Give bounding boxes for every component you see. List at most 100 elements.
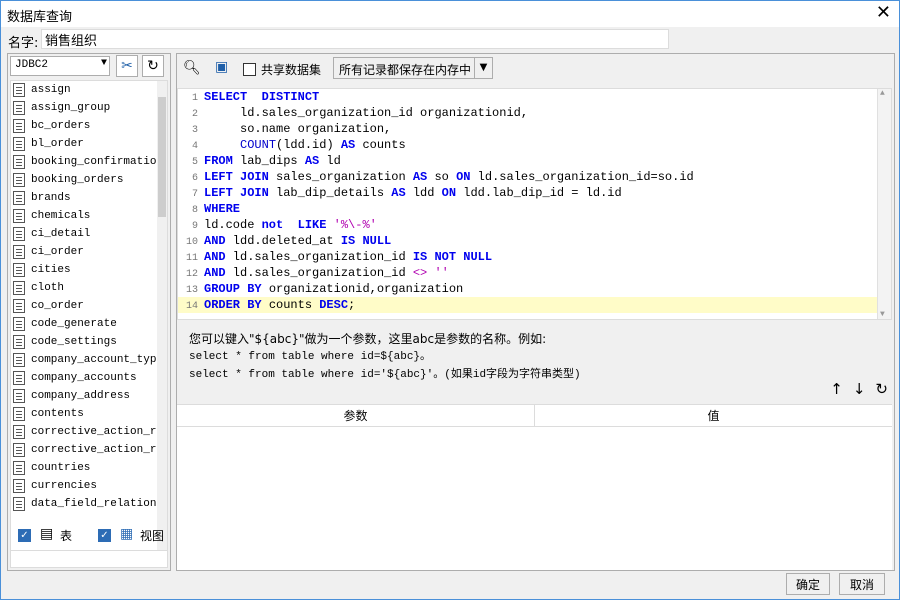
sql-code: LEFT JOIN lab_dip_details AS ldd ON ldd.… <box>204 186 622 200</box>
chevron-up-icon[interactable]: ▲ <box>880 89 885 98</box>
arrow-up-icon[interactable]: ↑ <box>830 380 843 398</box>
table-name: booking_orders <box>31 174 124 186</box>
table-list-item[interactable]: assign_group <box>11 99 167 117</box>
table-name: company_address <box>31 390 131 402</box>
table-icon <box>13 227 25 241</box>
sql-line[interactable]: 1 SELECT DISTINCT <box>178 89 891 105</box>
sql-code: ORDER BY counts DESC; <box>204 298 356 312</box>
table-icon <box>13 353 25 367</box>
chevron-down-icon[interactable]: ▼ <box>880 310 885 319</box>
connection-select[interactable]: JDBC2 ▼ <box>10 56 110 76</box>
table-list-item[interactable]: code_settings <box>11 333 167 351</box>
table-icon <box>13 173 25 187</box>
close-icon[interactable]: ✕ <box>876 3 891 23</box>
table-list-item[interactable]: booking_orders <box>11 171 167 189</box>
title-bar: 数据库查询 ✕ <box>1 1 899 27</box>
sql-code: LEFT JOIN sales_organization AS so ON ld… <box>204 170 694 184</box>
cancel-button[interactable]: 取消 <box>839 573 885 595</box>
sql-line[interactable]: 11 AND ld.sales_organization_id IS NOT NU… <box>178 249 891 265</box>
table-name: contents <box>31 408 84 420</box>
refresh-button[interactable]: ↻ <box>142 55 164 77</box>
name-row: 名字: <box>1 27 899 51</box>
table-name: ci_order <box>31 246 84 258</box>
table-icon <box>13 245 25 259</box>
table-icon <box>13 497 25 511</box>
save-icon[interactable]: ▣ <box>215 59 228 75</box>
table-list-item[interactable]: contents <box>11 405 167 423</box>
sql-line[interactable]: 12 AND ld.sales_organization_id <> '' <box>178 265 891 281</box>
table-name: chemicals <box>31 210 91 222</box>
window-title: 数据库查询 <box>7 10 73 25</box>
sql-code: COUNT(ldd.id) AS counts <box>240 138 406 152</box>
table-list-item[interactable]: corrective_action_rep <box>11 441 167 459</box>
table-list-item[interactable]: ci_detail <box>11 225 167 243</box>
table-icon <box>13 425 25 439</box>
table-list-item[interactable]: bl_order <box>11 135 167 153</box>
hint-line-3: select * from table where id='${abc}'。(如… <box>189 369 581 381</box>
view-icon: ▦ <box>120 526 134 542</box>
sql-editor[interactable]: 1 SELECT DISTINCT 2 ld.sales_organization_… <box>177 88 892 320</box>
table-name: corrective_action_rep <box>31 426 168 438</box>
table-icon <box>13 317 25 331</box>
table-name: cities <box>31 264 71 276</box>
sql-line[interactable]: 6 LEFT JOIN sales_organization AS so ON l… <box>178 169 891 185</box>
parameter-hint: 您可以键入"${abc}"做为一个参数，这里abc是参数的名称。例如: sele… <box>189 330 581 384</box>
table-list-item[interactable]: currencies <box>11 477 167 495</box>
table-filter-input[interactable] <box>10 550 168 568</box>
sql-line[interactable]: 10 AND ldd.deleted_at IS NULL <box>178 233 891 249</box>
sql-line[interactable]: 3 so.name organization, <box>178 121 891 137</box>
ok-button[interactable]: 确定 <box>786 573 830 595</box>
table-list-item[interactable]: company_account_types <box>11 351 167 369</box>
arrow-down-icon[interactable]: ↓ <box>853 380 866 398</box>
editor-scrollbar[interactable]: ▲ ▼ <box>877 89 891 319</box>
param-actions: ↑ ↓ ↻ <box>830 380 888 398</box>
sql-line[interactable]: 13 GROUP BY organizationid,organization <box>178 281 891 297</box>
preview-icon[interactable]: 🔍︎ <box>183 60 201 76</box>
table-name: assign <box>31 84 71 96</box>
table-list-item[interactable]: chemicals <box>11 207 167 225</box>
table-list-item[interactable]: assign <box>11 81 167 99</box>
table-list-item[interactable]: corrective_action_rep <box>11 423 167 441</box>
storage-option-select[interactable]: 所有记录都保存在内存中 ▼ <box>333 57 493 79</box>
table-checkbox[interactable]: ✓ <box>18 528 31 542</box>
table-icon: ▤ <box>40 526 54 542</box>
table-list-item[interactable]: cloth <box>11 279 167 297</box>
sql-line[interactable]: 5 FROM lab_dips AS ld <box>178 153 891 169</box>
table-list-scrollbar[interactable] <box>157 81 167 553</box>
table-name: brands <box>31 192 71 204</box>
table-list-item[interactable]: data_field_relations <box>11 495 167 513</box>
table-list-item[interactable]: ci_order <box>11 243 167 261</box>
table-name: co_order <box>31 300 84 312</box>
view-checkbox[interactable]: ✓ <box>98 528 111 542</box>
table-list-item[interactable]: company_accounts <box>11 369 167 387</box>
param-column-header[interactable]: 参数 <box>177 405 534 426</box>
table-icon <box>13 155 25 169</box>
table-name: data_field_relations <box>31 498 164 510</box>
connection-value: JDBC2 <box>15 59 49 71</box>
name-input[interactable] <box>41 29 669 49</box>
value-column-header[interactable]: 值 <box>534 405 892 426</box>
shared-dataset-label: 共享数据集 <box>261 63 322 77</box>
table-list-item[interactable]: cities <box>11 261 167 279</box>
table-list-item[interactable]: booking_confirmation <box>11 153 167 171</box>
table-list-item[interactable]: bc_orders <box>11 117 167 135</box>
sql-line[interactable]: 9 ld.code not LIKE '%\-%' <box>178 217 891 233</box>
sql-line[interactable]: 14 ORDER BY counts DESC; <box>178 297 891 313</box>
table-list-item[interactable]: brands <box>11 189 167 207</box>
sql-line[interactable]: 2 ld.sales_organization_id organizationi… <box>178 105 891 121</box>
table-list-item[interactable]: countries <box>11 459 167 477</box>
sql-line[interactable]: 8 WHERE <box>178 201 891 217</box>
table-icon <box>13 461 25 475</box>
table-list-item[interactable]: code_generate <box>11 315 167 333</box>
table-icon <box>13 443 25 457</box>
shared-dataset-checkbox[interactable] <box>243 62 256 76</box>
refresh-icon[interactable]: ↻ <box>875 380 888 398</box>
table-list-item[interactable]: company_address <box>11 387 167 405</box>
parameters-table-header: 参数 值 <box>177 405 892 427</box>
scrollbar-thumb[interactable] <box>158 97 166 217</box>
table-list-item[interactable]: co_order <box>11 297 167 315</box>
table-icon <box>13 263 25 277</box>
tools-button[interactable]: ✂ <box>116 55 138 77</box>
sql-line[interactable]: 4 COUNT(ldd.id) AS counts <box>178 137 891 153</box>
sql-line[interactable]: 7 LEFT JOIN lab_dip_details AS ldd ON ldd… <box>178 185 891 201</box>
